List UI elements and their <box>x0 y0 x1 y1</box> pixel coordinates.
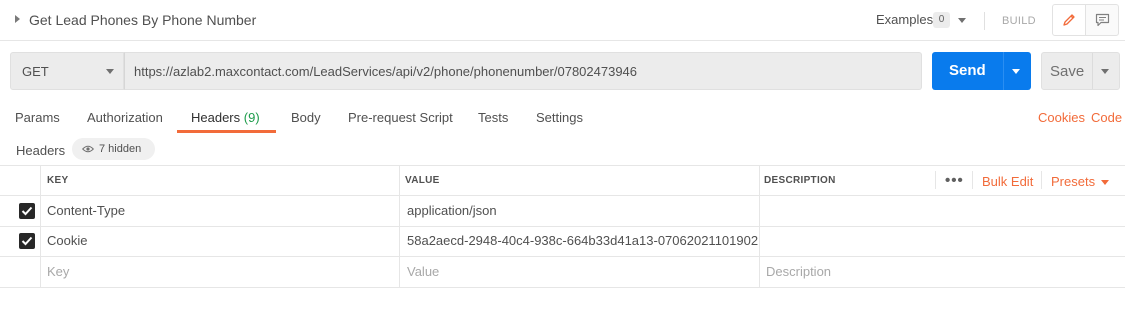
chevron-down-icon <box>106 69 114 74</box>
divider <box>759 165 760 287</box>
tab-headers[interactable]: Headers (9) <box>191 110 260 125</box>
tab-headers-label: Headers <box>191 110 241 125</box>
send-label: Send <box>949 62 986 79</box>
expand-caret-icon[interactable] <box>15 15 20 23</box>
column-header-value: VALUE <box>405 175 440 186</box>
cookies-link[interactable]: Cookies <box>1038 110 1085 125</box>
comments-button[interactable] <box>1085 4 1119 36</box>
header-value-cell[interactable]: 58a2aecd-2948-40c4-938c-664b33d41a13-070… <box>407 233 758 248</box>
send-options-caret-icon[interactable] <box>1012 69 1020 74</box>
bulk-edit-link[interactable]: Bulk Edit <box>982 174 1033 189</box>
url-input[interactable]: https://azlab2.maxcontact.com/LeadServic… <box>124 52 922 90</box>
divider <box>1092 53 1093 89</box>
tab-pre-request-script[interactable]: Pre-request Script <box>348 110 453 125</box>
more-options-icon[interactable]: ••• <box>945 172 964 189</box>
headers-subheader: Headers 7 hidden <box>0 138 400 162</box>
checkmark-icon <box>21 236 33 246</box>
divider <box>40 165 41 287</box>
tab-body[interactable]: Body <box>291 110 321 125</box>
divider <box>984 12 985 30</box>
divider <box>1041 171 1042 189</box>
save-options-caret-icon[interactable] <box>1101 69 1109 74</box>
tab-tests[interactable]: Tests <box>478 110 508 125</box>
divider <box>0 165 1125 166</box>
divider <box>972 171 973 189</box>
hidden-headers-label: 7 hidden <box>99 143 142 155</box>
new-key-input[interactable]: Key <box>47 264 69 279</box>
request-name[interactable]: Get Lead Phones By Phone Number <box>29 12 256 28</box>
new-value-input[interactable]: Value <box>407 264 439 279</box>
examples-dropdown-caret-icon[interactable] <box>958 18 966 23</box>
eye-icon <box>82 145 94 153</box>
divider <box>0 287 1125 288</box>
request-tabs: Params Authorization Headers (9) Body Pr… <box>0 104 1125 134</box>
divider <box>1003 52 1004 90</box>
method-label: GET <box>22 64 49 79</box>
request-header-bar: Get Lead Phones By Phone Number Examples… <box>0 0 1125 41</box>
save-button[interactable]: Save <box>1041 52 1120 90</box>
divider <box>0 226 1125 227</box>
row-enabled-checkbox[interactable] <box>19 233 35 249</box>
examples-button[interactable]: Examples <box>876 12 933 27</box>
hidden-headers-toggle[interactable]: 7 hidden <box>72 138 155 160</box>
code-link[interactable]: Code <box>1091 110 1122 125</box>
method-select[interactable]: GET <box>10 52 124 90</box>
pencil-icon <box>1063 14 1075 26</box>
active-tab-indicator <box>177 130 276 133</box>
divider <box>935 171 936 189</box>
new-description-input[interactable]: Description <box>766 264 831 279</box>
divider <box>399 165 400 287</box>
column-header-description: DESCRIPTION <box>764 175 836 186</box>
headers-count: (9) <box>243 110 260 125</box>
presets-dropdown[interactable]: Presets <box>1051 174 1095 189</box>
save-label: Save <box>1050 63 1085 80</box>
divider <box>0 195 1125 196</box>
row-enabled-checkbox[interactable] <box>19 203 35 219</box>
edit-mode-button[interactable] <box>1052 4 1086 36</box>
header-key-cell[interactable]: Cookie <box>47 233 87 248</box>
tab-settings[interactable]: Settings <box>536 110 583 125</box>
url-text: https://azlab2.maxcontact.com/LeadServic… <box>134 64 638 79</box>
send-button[interactable]: Send <box>932 52 1031 90</box>
chevron-down-icon[interactable] <box>1101 180 1109 185</box>
build-mode-label[interactable]: BUILD <box>1002 15 1036 27</box>
examples-count-badge: 0 <box>933 12 950 28</box>
divider <box>0 256 1125 257</box>
tab-authorization[interactable]: Authorization <box>87 110 163 125</box>
header-value-cell[interactable]: application/json <box>407 203 497 218</box>
column-header-key: KEY <box>47 175 69 186</box>
checkmark-icon <box>21 206 33 216</box>
tab-params[interactable]: Params <box>15 110 60 125</box>
header-key-cell[interactable]: Content-Type <box>47 203 125 218</box>
comment-icon <box>1095 13 1110 27</box>
headers-section-title: Headers <box>16 143 66 158</box>
